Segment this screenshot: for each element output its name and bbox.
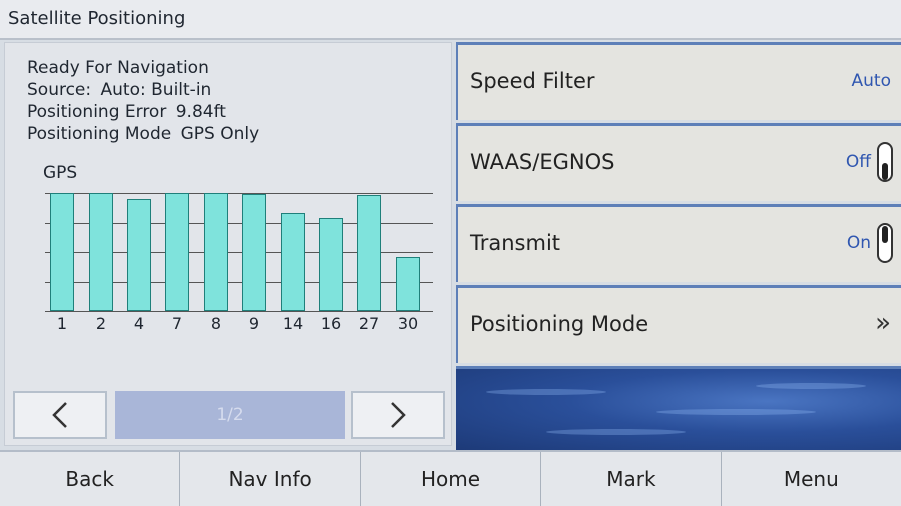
speed-filter-setting[interactable]: Speed Filter Auto [456, 42, 901, 120]
bottom-navigation-bar: Back Nav Info Home Mark Menu [0, 450, 901, 506]
signal-bar [242, 194, 266, 311]
positioning-mode-setting-label: Positioning Mode [470, 312, 649, 336]
satellite-id-label: 9 [248, 314, 260, 333]
signal-bar [89, 193, 113, 311]
toggle-knob [882, 226, 888, 243]
transmit-toggle[interactable] [877, 223, 893, 263]
satellite-id-label: 16 [320, 314, 342, 333]
back-button[interactable]: Back [0, 452, 181, 506]
satellite-id-label: 4 [133, 314, 145, 333]
signal-bar [319, 218, 343, 311]
y-tick [45, 252, 49, 253]
transmit-label: Transmit [470, 231, 561, 255]
signal-bar [165, 193, 189, 311]
positioning-mode-label: Positioning Mode [27, 124, 172, 144]
next-page-button[interactable] [351, 391, 445, 439]
gridline [49, 311, 433, 312]
signal-bar [127, 199, 151, 311]
transmit-value: On [846, 233, 871, 253]
previous-page-button[interactable] [13, 391, 107, 439]
positioning-error-label: Positioning Error [27, 102, 167, 122]
y-tick [45, 282, 49, 283]
y-tick [45, 193, 49, 194]
background-water-image [456, 366, 901, 450]
home-button[interactable]: Home [360, 452, 542, 506]
mark-button[interactable]: Mark [541, 452, 722, 506]
positioning-error-value: 9.84ft [175, 102, 226, 122]
y-tick [45, 223, 49, 224]
positioning-error-row: Positioning Error 9.84ft [27, 101, 259, 123]
positioning-mode-value: GPS Only [180, 124, 260, 144]
satellite-id-label: 8 [210, 314, 222, 333]
satellite-id-label: 7 [171, 314, 183, 333]
signal-bar [204, 193, 228, 311]
page-indicator: 1/2 [115, 391, 345, 439]
chart-title: GPS [43, 163, 78, 183]
chevron-left-icon [52, 402, 67, 428]
source-row: Source: Auto: Built-in [27, 79, 259, 101]
transmit-setting[interactable]: Transmit On [456, 204, 901, 282]
menu-button[interactable]: Menu [721, 452, 901, 506]
waas-egnos-setting[interactable]: WAAS/EGNOS Off [456, 123, 901, 201]
toggle-knob [882, 163, 888, 180]
nav-info-button[interactable]: Nav Info [180, 452, 361, 506]
satellite-id-label: 14 [282, 314, 304, 333]
page-title: Satellite Positioning [0, 0, 901, 40]
positioning-mode-setting[interactable]: Positioning Mode » [456, 285, 901, 363]
status-block: Ready For Navigation Source: Auto: Built… [27, 57, 259, 145]
pager: 1/2 [13, 391, 445, 441]
chart-plot-area [45, 193, 433, 312]
signal-bar [396, 257, 420, 311]
satellite-id-label: 2 [95, 314, 107, 333]
speed-filter-label: Speed Filter [470, 69, 595, 93]
signal-bar [50, 193, 74, 311]
satellite-id-label: 1 [56, 314, 68, 333]
settings-panel: Speed Filter Auto WAAS/EGNOS Off Transmi… [456, 42, 901, 450]
double-chevron-right-icon: » [875, 308, 891, 338]
speed-filter-value: Auto [851, 71, 891, 91]
signal-bar [357, 195, 381, 311]
waas-egnos-toggle[interactable] [877, 142, 893, 182]
waas-egnos-value: Off [845, 152, 871, 172]
satellite-id-label: 30 [397, 314, 419, 333]
source-value: Auto: Built-in [100, 80, 212, 100]
source-label: Source: [27, 80, 92, 100]
positioning-mode-row: Positioning Mode GPS Only [27, 123, 259, 145]
satellite-status-panel: Ready For Navigation Source: Auto: Built… [4, 42, 452, 446]
signal-bar [281, 213, 305, 311]
satellite-signal-chart: 1 2 4 7 8 9 14 16 27 30 [43, 188, 433, 336]
y-tick [45, 311, 49, 312]
waas-egnos-label: WAAS/EGNOS [470, 150, 615, 174]
chevron-right-icon [391, 402, 406, 428]
navigation-status: Ready For Navigation [27, 58, 209, 78]
satellite-id-label: 27 [358, 314, 380, 333]
